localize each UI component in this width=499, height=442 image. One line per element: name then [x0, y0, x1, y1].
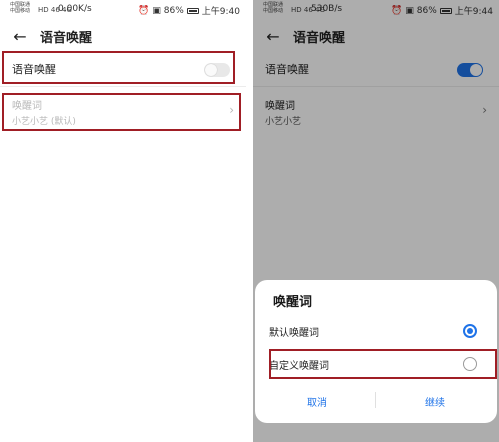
left-screen: 中国联通 中国移动 HD 46 4G 0.00K/s ⏰ ▣ 86% 上午9:4…: [0, 0, 246, 442]
right-screen: 中国联通 中国移动 HD 46 4G 530B/s ⏰ ▣ 86% 上午9:44…: [253, 0, 499, 442]
cancel-button[interactable]: 取消: [277, 394, 357, 409]
carrier-info: 中国联通 中国移动: [10, 2, 31, 14]
status-time: 上午9:40: [201, 7, 240, 17]
network-speed: 0.00K/s: [58, 4, 92, 14]
wake-word-dialog: 唤醒词 默认唤醒词 自定义唤醒词 取消 继续: [255, 280, 497, 423]
dialog-title: 唤醒词: [273, 295, 313, 310]
highlight-box-wake-word: [2, 93, 241, 131]
app-bar: ← 语音唤醒: [0, 22, 246, 50]
option-default-wake-word[interactable]: 默认唤醒词: [269, 320, 487, 342]
battery-icon: [186, 7, 199, 14]
button-divider: [375, 392, 376, 408]
divider: [0, 86, 246, 87]
status-right: ⏰ ▣ 86% 上午9:40: [138, 4, 240, 18]
highlight-box-custom-option: [269, 349, 497, 379]
status-icons: ⏰ ▣ 86%: [138, 5, 184, 16]
continue-button[interactable]: 继续: [395, 394, 475, 409]
status-bar: 中国联通 中国移动 HD 46 4G 0.00K/s ⏰ ▣ 86% 上午9:4…: [0, 0, 246, 20]
highlight-box-voice-wake: [2, 51, 235, 84]
option-label: 默认唤醒词: [269, 327, 319, 339]
radio-checked-icon[interactable]: [463, 324, 477, 338]
back-arrow-icon[interactable]: ←: [10, 26, 30, 46]
page-title: 语音唤醒: [40, 30, 93, 46]
